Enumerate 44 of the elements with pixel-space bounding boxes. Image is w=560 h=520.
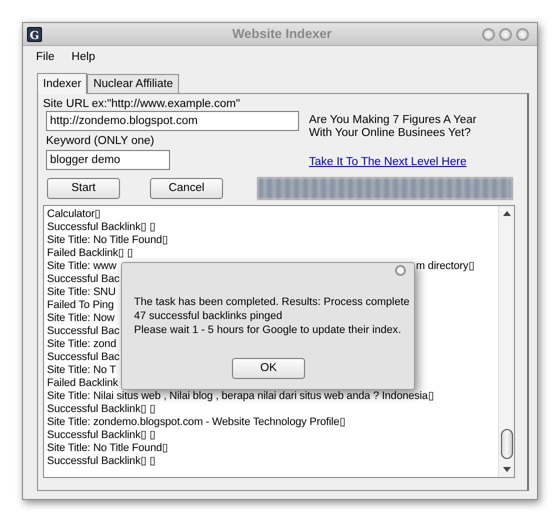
close-icon[interactable]	[395, 265, 406, 276]
log-line: Successful Bac	[47, 273, 120, 286]
dialog-message: 47 successful backlinks pinged	[134, 309, 282, 323]
maximize-icon[interactable]	[499, 28, 512, 40]
field-label: Site URL ex:"http://www.example.com"	[43, 97, 241, 111]
tab[interactable]: Indexer	[37, 73, 88, 94]
start-button[interactable]: Start	[47, 178, 120, 200]
log-line: Successful Backlink▯ ▯	[47, 429, 156, 442]
menu-item[interactable]: Help	[72, 46, 104, 68]
log-line: Successful Backlink▯ ▯	[47, 403, 156, 416]
promo-text: Are You Making 7 Figures A Year With Your Online Businees Yet?	[309, 114, 477, 140]
minimize-icon[interactable]	[482, 28, 495, 40]
menu-item[interactable]: File	[36, 46, 64, 68]
app-logo-icon: G	[27, 26, 42, 42]
log-line: Site Title: www	[47, 260, 116, 274]
log-line: Site Title: SNU	[47, 286, 116, 300]
log-line: m directory▯	[416, 260, 474, 274]
promo-link[interactable]: Take It To The Next Level Here	[309, 154, 466, 172]
field-label: Keyword (ONLY one)	[46, 134, 156, 148]
scroll-thumb[interactable]	[500, 429, 512, 460]
log-line: Successful Backlink▯ ▯	[47, 455, 156, 468]
log-line: Site Title: Now	[47, 312, 115, 326]
ok-button[interactable]: OK	[232, 358, 305, 379]
dialog-message: The task has been completed. Results: Process complete	[134, 295, 410, 309]
log-line: Site Title: No Title Found▯	[47, 442, 168, 456]
log-line: Site Title: No Title Found▯	[47, 234, 168, 248]
log-line: Site Title: zond	[47, 338, 116, 352]
log-line: Site Title: zondemo.blogspot.com - Website Technology Profile▯	[47, 416, 346, 430]
log-line: Failed Backlink	[47, 377, 118, 390]
dialog-message: Please wait 1 - 5 hours for Google to update their index.	[134, 323, 402, 337]
close-icon[interactable]	[516, 28, 529, 40]
tab[interactable]: Nuclear Affiliate	[87, 74, 180, 93]
log-line: Successful Backlink▯ ▯	[47, 221, 156, 234]
log-line: Calculator▯	[47, 208, 101, 222]
keyword-field[interactable]: blogger demo	[46, 150, 170, 170]
url-field[interactable]: http://zondemo.blogspot.com	[46, 111, 299, 131]
log-line: Failed Backlink▯ ▯	[47, 247, 133, 260]
window-title: Website Indexer	[231, 25, 332, 44]
log-line: Site Title: Nilai situs web , Nilai blog , berapa nilai dari situs web anda ? Indonesia▯	[47, 390, 434, 404]
log-line: Successful Bac	[47, 351, 120, 364]
log-line: Failed To Ping	[47, 299, 114, 312]
cancel-button[interactable]: Cancel	[150, 178, 223, 200]
log-line: Successful Bac	[47, 325, 120, 338]
log-line: Site Title: No T	[47, 364, 116, 378]
